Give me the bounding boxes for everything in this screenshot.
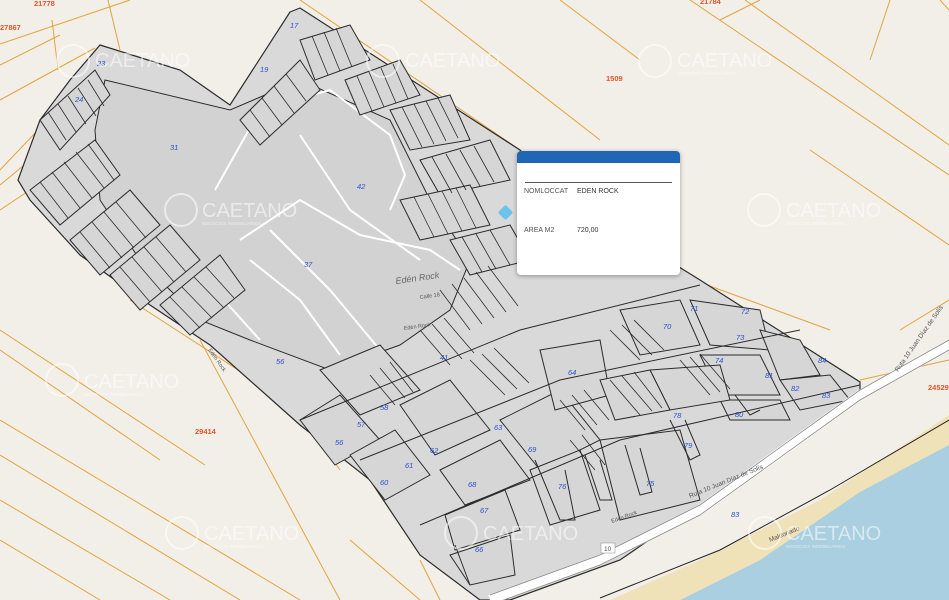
block-number: 63 (494, 423, 503, 432)
block-number: 68 (468, 480, 477, 489)
popup-field-locality: NOMLOCCAT EDEN ROCK (524, 188, 619, 195)
watermark-brand: CAETANO (204, 523, 299, 545)
route-shield-number: 10 (604, 546, 612, 553)
block-number: 62 (430, 446, 439, 455)
watermark-brand: CAETANO (95, 50, 190, 72)
block-number: 56 (276, 357, 285, 366)
block-number: 24 (74, 95, 83, 104)
watermark-tagline: NEGOCIOS INMOBILIARIOS (786, 544, 845, 549)
watermark-tagline: NEGOCIOS INMOBILIARIOS (786, 221, 845, 226)
block-number: 73 (736, 333, 745, 342)
parcel-number: 1509 (606, 74, 623, 83)
block-number: 70 (663, 322, 672, 331)
watermark: CAETANO NEGOCIOS INMOBILIARIOS (638, 44, 772, 78)
field-value: 720,00 (577, 227, 599, 234)
route-shield: 10 (600, 542, 616, 554)
block-number: 81 (765, 371, 773, 380)
watermark-brand: CAETANO (483, 523, 578, 545)
block-number: 19 (260, 65, 269, 74)
parcel-number: 21778 (34, 0, 55, 8)
watermark: CAETANO NEGOCIOS INMOBILIARIOS (165, 516, 299, 550)
block-number: 66 (475, 545, 484, 554)
block-number: 64 (568, 368, 576, 377)
watermark-tagline: NEGOCIOS INMOBILIARIOS (202, 221, 261, 226)
info-popup[interactable]: NOMLOCCAT EDEN ROCK AREA M2 720,00 (517, 151, 680, 275)
parcel-number: 24529 (928, 383, 949, 392)
parcel-number: 29414 (195, 427, 217, 436)
watermark-tagline: NEGOCIOS INMOBILIARIOS (204, 544, 263, 549)
watermark-brand: CAETANO (786, 200, 881, 222)
block-number: 57 (357, 420, 366, 429)
block-number: 79 (684, 441, 693, 450)
watermark-brand: CAETANO (202, 200, 297, 222)
block-number: 84 (818, 356, 826, 365)
block-number: 78 (673, 411, 682, 420)
watermark-brand: CAETANO (677, 50, 772, 72)
block-number: 82 (791, 384, 800, 393)
map-canvas[interactable]: 17 23 19 24 31 42 37 56 41 58 57 56 62 6… (0, 0, 949, 600)
watermark-tagline: NEGOCIOS INMOBILIARIOS (84, 392, 143, 397)
block-number: 80 (735, 410, 744, 419)
block-number: 17 (290, 21, 299, 30)
block-number: 76 (558, 482, 567, 491)
popup-header[interactable] (517, 151, 680, 163)
block-number: 42 (357, 182, 366, 191)
watermark-brand: CAETANO (405, 50, 500, 72)
block-number: 56 (335, 438, 344, 447)
popup-field-area: AREA M2 720,00 (524, 227, 598, 234)
watermark-tagline: NEGOCIOS INMOBILIARIOS (677, 71, 736, 76)
field-key: NOMLOCCAT (524, 188, 569, 195)
block-number: 58 (380, 403, 389, 412)
popup-divider (525, 182, 672, 183)
block-number: 60 (380, 478, 389, 487)
field-value: EDEN ROCK (577, 188, 619, 195)
parcel-number: 27867 (0, 23, 21, 32)
parcel-number: 21784 (700, 0, 722, 6)
block-number: 72 (741, 307, 750, 316)
block-number: 71 (690, 304, 698, 313)
block-number: 83 (822, 391, 831, 400)
watermark: CAETANO NEGOCIOS INMOBILIARIOS (747, 193, 881, 227)
block-number: 37 (304, 260, 313, 269)
block-number: 83 (731, 510, 740, 519)
block-number: 67 (480, 506, 489, 515)
block-number: 61 (405, 461, 413, 470)
block-number: 41 (440, 353, 448, 362)
watermark-brand: CAETANO (786, 523, 881, 545)
watermark-brand: CAETANO (84, 371, 179, 393)
block-number: 31 (170, 143, 178, 152)
block-number: 74 (715, 356, 723, 365)
watermark: CAETANO NEGOCIOS INMOBILIARIOS (45, 363, 179, 397)
block-number: 75 (646, 479, 655, 488)
field-key: AREA M2 (524, 227, 555, 234)
block-number: 69 (528, 445, 537, 454)
